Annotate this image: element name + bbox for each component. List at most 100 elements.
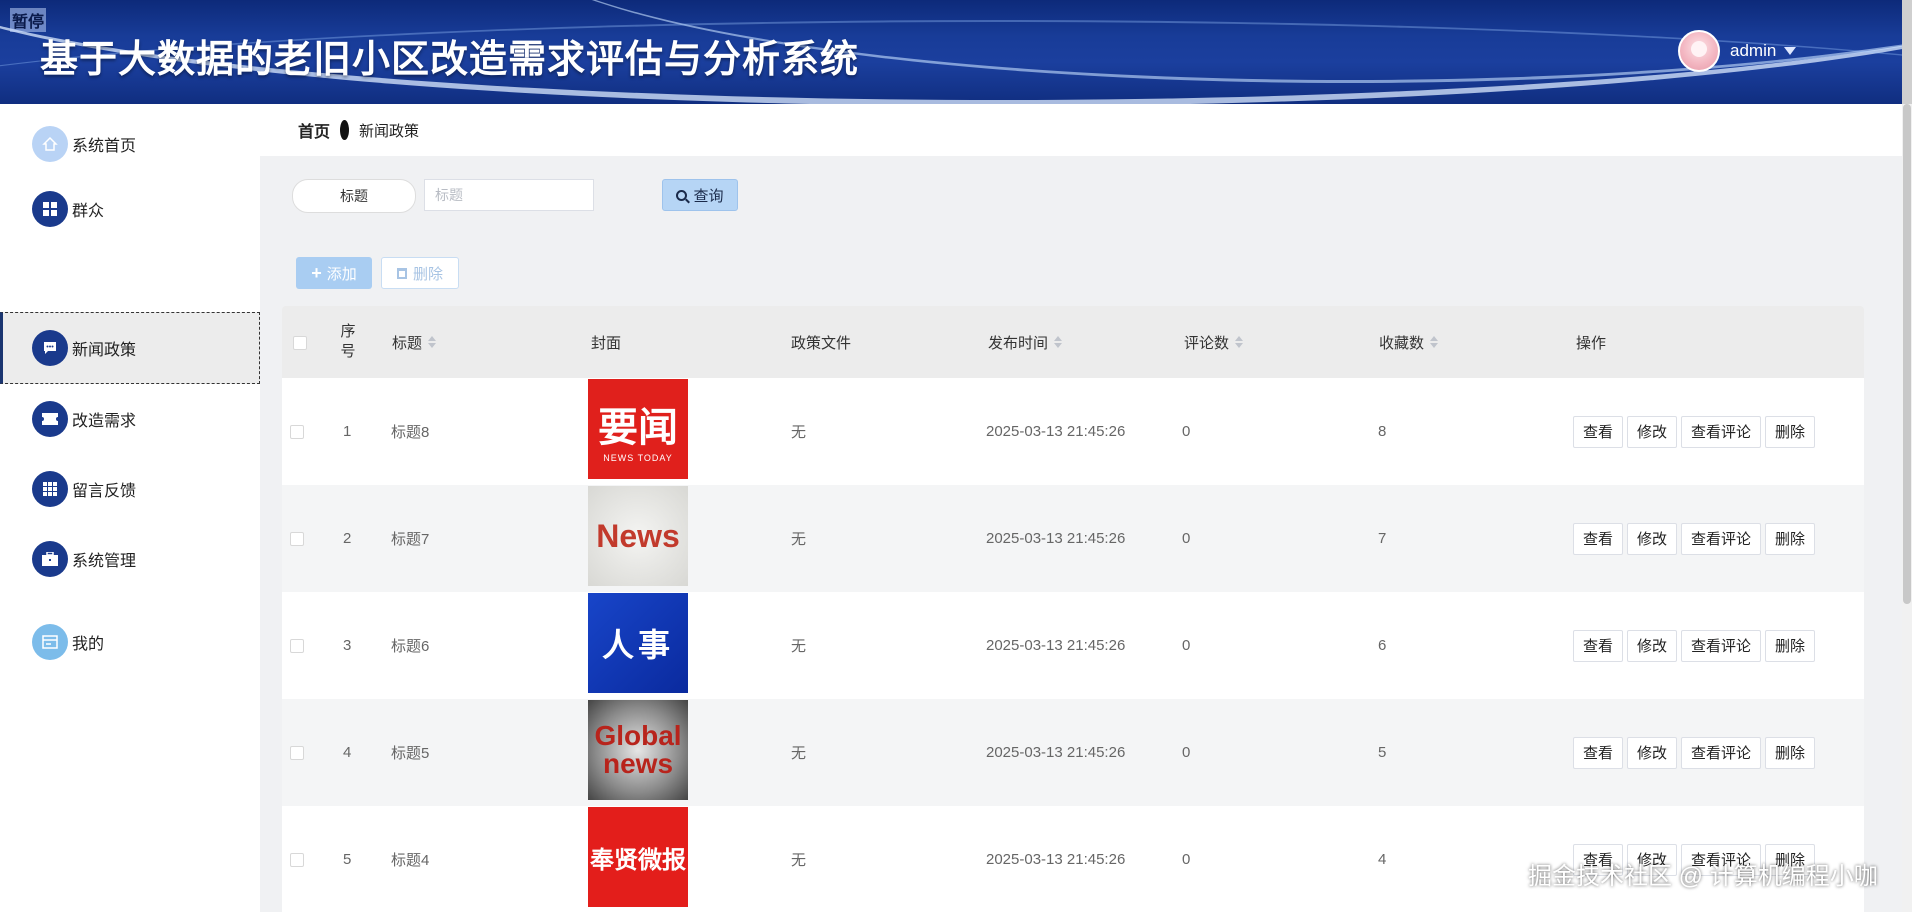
- row-operations: 查看 修改 查看评论 删除: [1573, 592, 1819, 699]
- sort-icon[interactable]: [1430, 336, 1439, 348]
- cell-title: 标题4: [391, 852, 430, 869]
- caret-down-icon[interactable]: [1784, 47, 1797, 55]
- column-time-label: 发布时间: [988, 334, 1049, 352]
- edit-button[interactable]: 修改: [1627, 522, 1678, 555]
- scrollbar-track: [1902, 0, 1912, 104]
- plus-icon: +: [311, 262, 322, 283]
- query-button[interactable]: 查询: [662, 179, 738, 211]
- column-title-label: 标题: [392, 334, 423, 352]
- cover-image: News: [588, 486, 688, 586]
- sidebar: 系统首页 群众 新闻政策 改造需求 留言反馈 系统管理 我的: [0, 104, 260, 912]
- cover-image: 奉贤微报: [588, 807, 688, 907]
- select-all-checkbox[interactable]: [293, 336, 307, 350]
- breadcrumb-home[interactable]: 首页: [298, 118, 330, 142]
- cell-policy-file: 无: [791, 852, 807, 869]
- cell-title: 标题7: [391, 531, 430, 548]
- sidebar-item-label: 我的: [72, 636, 105, 653]
- view-comments-button[interactable]: 查看评论: [1681, 736, 1762, 769]
- cover-text: 要闻: [598, 404, 678, 451]
- edit-button[interactable]: 修改: [1627, 736, 1678, 769]
- sidebar-item-home[interactable]: 系统首页: [0, 111, 260, 177]
- table-row: 3 标题6 人事 无 2025-03-13 21:45:26 0 6 查看 修改…: [282, 592, 1864, 699]
- view-comments-button[interactable]: 查看评论: [1681, 415, 1762, 448]
- cell-favorites: 4: [1378, 851, 1387, 868]
- title-search-input[interactable]: [424, 179, 594, 211]
- scrollbar-thumb[interactable]: [1903, 104, 1911, 604]
- page-scrollbar[interactable]: [1902, 104, 1912, 912]
- view-button[interactable]: 查看: [1573, 736, 1624, 769]
- column-favorites[interactable]: 收藏数: [1379, 306, 1439, 378]
- sidebar-item-mine[interactable]: 我的: [0, 609, 260, 675]
- add-button[interactable]: + 添加: [296, 257, 372, 289]
- cell-favorites: 8: [1378, 423, 1387, 440]
- cell-title: 标题8: [391, 424, 430, 441]
- sort-icon[interactable]: [1235, 336, 1244, 348]
- cell-publish-time: 2025-03-13 21:45:26: [986, 530, 1126, 547]
- row-checkbox[interactable]: [290, 639, 304, 653]
- row-checkbox[interactable]: [290, 853, 304, 867]
- column-operations: 操作: [1576, 334, 1607, 352]
- column-comments-label: 评论数: [1184, 334, 1230, 352]
- column-cover: 封面: [591, 334, 622, 352]
- row-checkbox[interactable]: [290, 532, 304, 546]
- view-button[interactable]: 查看: [1573, 629, 1624, 662]
- delete-button[interactable]: 删除: [1765, 415, 1816, 448]
- sidebar-item-masses[interactable]: 群众: [0, 176, 260, 242]
- row-checkbox[interactable]: [290, 425, 304, 439]
- briefcase-icon: [32, 541, 68, 577]
- sidebar-item-system-management[interactable]: 系统管理: [0, 526, 260, 592]
- app-header: 暂停 基于大数据的老旧小区改造需求评估与分析系统 admin: [0, 0, 1912, 104]
- view-comments-button[interactable]: 查看评论: [1681, 522, 1762, 555]
- breadcrumb-current: 新闻政策: [359, 122, 420, 140]
- delete-button[interactable]: 删除: [1765, 629, 1816, 662]
- main-content: 标题 查询 + 添加 删除 序号 标题 封面 政策文件 发布时间 评论数 收藏数…: [260, 156, 1912, 913]
- cover-image: Global news: [588, 700, 688, 800]
- sidebar-item-news-policy[interactable]: 新闻政策: [0, 312, 260, 384]
- home-icon: [32, 126, 68, 162]
- column-publish-time[interactable]: 发布时间: [988, 306, 1063, 378]
- cell-index: 3: [343, 637, 352, 654]
- cell-comments: 0: [1182, 530, 1191, 547]
- cell-index: 2: [343, 530, 352, 547]
- column-favorites-label: 收藏数: [1379, 334, 1425, 352]
- cell-index: 4: [343, 744, 352, 761]
- cell-favorites: 7: [1378, 530, 1387, 547]
- ticket-icon: [32, 401, 68, 437]
- cell-comments: 0: [1182, 744, 1191, 761]
- sidebar-item-renovation-demand[interactable]: 改造需求: [0, 386, 260, 452]
- cell-policy-file: 无: [791, 424, 807, 441]
- sort-icon[interactable]: [1054, 336, 1063, 348]
- view-button[interactable]: 查看: [1573, 522, 1624, 555]
- delete-button[interactable]: 删除: [1765, 522, 1816, 555]
- card-icon: [32, 624, 68, 660]
- search-field-label: 标题: [292, 179, 416, 213]
- delete-button[interactable]: 删除: [1765, 736, 1816, 769]
- cell-title: 标题6: [391, 638, 430, 655]
- watermark: 掘金技术社区 @ 计算机编程小咖: [1528, 863, 1878, 890]
- username[interactable]: admin: [1730, 41, 1776, 61]
- avatar[interactable]: [1678, 30, 1720, 72]
- user-menu[interactable]: admin: [1678, 30, 1797, 72]
- breadcrumb-separator-icon: [340, 120, 350, 140]
- column-comments[interactable]: 评论数: [1184, 306, 1244, 378]
- query-button-label: 查询: [693, 187, 724, 205]
- sidebar-item-feedback[interactable]: 留言反馈: [0, 456, 260, 522]
- chat-icon: [32, 330, 68, 366]
- cell-policy-file: 无: [791, 531, 807, 548]
- column-title[interactable]: 标题: [392, 306, 437, 378]
- edit-button[interactable]: 修改: [1627, 415, 1678, 448]
- cell-index: 1: [343, 423, 352, 440]
- cover-text: 奉贤微报: [590, 844, 686, 874]
- cell-comments: 0: [1182, 423, 1191, 440]
- view-comments-button[interactable]: 查看评论: [1681, 629, 1762, 662]
- batch-delete-button[interactable]: 删除: [381, 257, 459, 289]
- view-button[interactable]: 查看: [1573, 415, 1624, 448]
- cell-index: 5: [343, 851, 352, 868]
- cover-image: 人事: [588, 593, 688, 693]
- row-checkbox[interactable]: [290, 746, 304, 760]
- row-operations: 查看 修改 查看评论 删除: [1573, 378, 1819, 485]
- edit-button[interactable]: 修改: [1627, 629, 1678, 662]
- cover-image: 要闻 NEWS TODAY: [588, 379, 688, 479]
- trash-icon: [396, 267, 407, 279]
- sort-icon[interactable]: [428, 336, 437, 348]
